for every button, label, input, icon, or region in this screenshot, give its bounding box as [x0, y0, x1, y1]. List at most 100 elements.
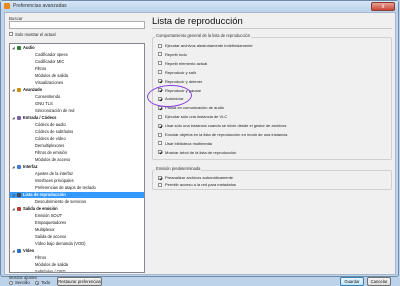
tree-item[interactable]: Demultiplexores — [10, 143, 144, 149]
tree-item[interactable]: Filtros — [10, 66, 144, 72]
option-checkbox[interactable] — [158, 132, 162, 137]
tree-item[interactable]: Filtros — [10, 255, 144, 261]
tree-item-label: Módulos de acceso — [35, 157, 71, 162]
settings-tree[interactable]: ◢ Audio Codificador speex Codificador MIC Fi… — [9, 43, 145, 273]
option-label: Permitir acceso a la red para metadatos — [165, 182, 236, 187]
vlc-cone-icon — [4, 3, 10, 9]
option-checkbox[interactable] — [158, 175, 162, 180]
tree-item[interactable]: Módulos de acceso — [10, 157, 144, 163]
reset-preferences-button[interactable]: Restaurar preferencias — [57, 277, 102, 286]
tree-item-label: Códecs de audio — [35, 122, 66, 127]
tree-item[interactable]: Preferencias de atajos de teclado — [10, 185, 144, 191]
option-checkbox[interactable] — [158, 79, 162, 84]
tree-category[interactable]: ◢ Interfaz — [10, 164, 144, 170]
category-icon — [17, 46, 21, 50]
tree-item[interactable]: Códecs de audio — [10, 122, 144, 128]
only-current-checkbox[interactable] — [9, 32, 13, 36]
tree-item[interactable]: Códecs de subtítulos — [10, 129, 144, 135]
mode-simple-label: Sencillo — [15, 280, 30, 285]
tree-item-label: Emisión SOUT — [35, 213, 63, 218]
tree-item[interactable]: Códecs de vídeo — [10, 136, 144, 142]
option-checkbox[interactable] — [158, 70, 162, 75]
option-checkbox[interactable] — [158, 150, 162, 155]
option-label: Repetir elemento actual — [165, 60, 208, 66]
tree-item-label: Demultiplexores — [35, 143, 65, 148]
mode-all-radio[interactable] — [35, 281, 39, 285]
expand-arrow-icon[interactable]: ◢ — [12, 248, 15, 254]
search-input[interactable] — [9, 21, 145, 29]
option-checkbox[interactable] — [158, 61, 162, 66]
mode-simple-radio[interactable] — [9, 281, 13, 285]
tree-item-label: Filtros — [35, 255, 47, 260]
tree-item-label: Vídeo — [23, 248, 35, 253]
tree-item[interactable]: Visualizaciones — [10, 80, 144, 86]
expand-arrow-icon[interactable]: ◢ — [12, 164, 15, 170]
option-label: Encolar objetos en la lista de reproducc… — [165, 132, 288, 137]
tree-item[interactable]: Vídeo bajo demanda (VOD) — [10, 241, 144, 247]
title-bar[interactable]: Preferencias avanzadas x — [1, 1, 398, 12]
tree-item[interactable]: Empaquetadores — [10, 220, 144, 226]
cancel-button[interactable]: Cancelar — [367, 277, 391, 286]
tree-item[interactable]: Codificador speex — [10, 52, 144, 58]
tree-category[interactable]: ◢ Lista de reproducción — [10, 192, 144, 198]
tree-item[interactable]: Ajustes de la interfaz — [10, 171, 144, 177]
tree-item[interactable]: Módulos de salida — [10, 73, 144, 79]
tree-category[interactable]: ◢ Salida de emisión — [10, 206, 144, 212]
tree-item[interactable]: GNU TLS — [10, 101, 144, 107]
tree-category[interactable]: ◢ Avanzado — [10, 87, 144, 93]
option-checkbox[interactable] — [158, 123, 162, 128]
option-checkbox[interactable] — [158, 141, 162, 146]
expand-arrow-icon[interactable]: ◢ — [12, 87, 15, 93]
expand-arrow-icon[interactable]: ◢ — [12, 206, 15, 212]
tree-category[interactable]: ◢ Entrada / Códecs — [10, 115, 144, 121]
default-stream-group: Preanalizar archivos automáticamente Perm… — [152, 170, 392, 190]
tree-item-label: Descubrimiento de servicios — [35, 199, 87, 204]
expand-arrow-icon[interactable]: ◢ — [12, 115, 15, 121]
expand-arrow-icon[interactable]: ◢ — [12, 192, 15, 198]
dialog-client: Buscar Solo mostrar el actual ◢ Audio Codi… — [4, 12, 396, 286]
tree-item-label: Códecs de subtítulos — [35, 129, 74, 134]
option-checkbox[interactable] — [158, 43, 162, 48]
expand-arrow-icon[interactable]: ◢ — [12, 45, 15, 51]
tree-item[interactable]: Interfaces principales — [10, 178, 144, 184]
tree-item[interactable]: Sincronización de red — [10, 108, 144, 114]
tree-item-label: Interfaz — [23, 164, 38, 169]
tree-item-label: Sincronización de red — [35, 108, 75, 113]
option-label: Usar biblioteca multimedia — [165, 140, 212, 146]
tree-item-label: GNU TLS — [35, 101, 53, 106]
tree-item[interactable]: Multiplexor — [10, 227, 144, 233]
tree-item-label: Ajustes de la interfaz — [35, 171, 74, 176]
page-title: Lista de reproducción — [152, 16, 243, 27]
option-checkbox[interactable] — [158, 52, 162, 57]
tree-item-label: Códecs de vídeo — [35, 136, 66, 141]
category-icon — [17, 165, 21, 169]
category-icon — [17, 249, 21, 253]
option-label: Reproducir y salir — [165, 69, 197, 75]
category-icon — [17, 116, 21, 120]
tree-item[interactable]: Salida de acceso — [10, 234, 144, 240]
tree-item[interactable]: Subtítulos / OSD — [10, 269, 144, 272]
option-label: Repetir todo — [165, 51, 187, 57]
close-button[interactable]: x — [371, 2, 395, 11]
option-checkbox[interactable] — [158, 114, 162, 119]
option-checkbox[interactable] — [158, 182, 162, 187]
default-stream-label: Emisión predeterminada — [155, 166, 202, 171]
tree-item-label: Interfaces principales — [35, 178, 74, 183]
tree-item-label: Filtros de emisión — [35, 150, 68, 155]
tree-item-label: Vídeo bajo demanda (VOD) — [35, 241, 86, 246]
tree-item-label: Consentiendo — [35, 94, 61, 99]
option-label: Reproducir y detener — [165, 78, 203, 84]
tree-item[interactable]: Descubrimiento de servicios — [10, 199, 144, 205]
category-icon — [17, 193, 21, 197]
tree-item[interactable]: Codificador MIC — [10, 59, 144, 65]
tree-category[interactable]: ◢ Vídeo — [10, 248, 144, 254]
tree-item[interactable]: Consentiendo — [10, 94, 144, 100]
window-title: Preferencias avanzadas — [13, 3, 67, 9]
tree-item[interactable]: Emisión SOUT — [10, 213, 144, 219]
tree-item[interactable]: Módulos de salida — [10, 262, 144, 268]
save-button[interactable]: Guardar — [340, 277, 364, 286]
tree-item[interactable]: Filtros de emisión — [10, 150, 144, 156]
mode-all-label: Todo — [41, 280, 51, 285]
tree-item-label: Módulos de salida — [35, 73, 68, 78]
tree-category[interactable]: ◢ Audio — [10, 45, 144, 51]
